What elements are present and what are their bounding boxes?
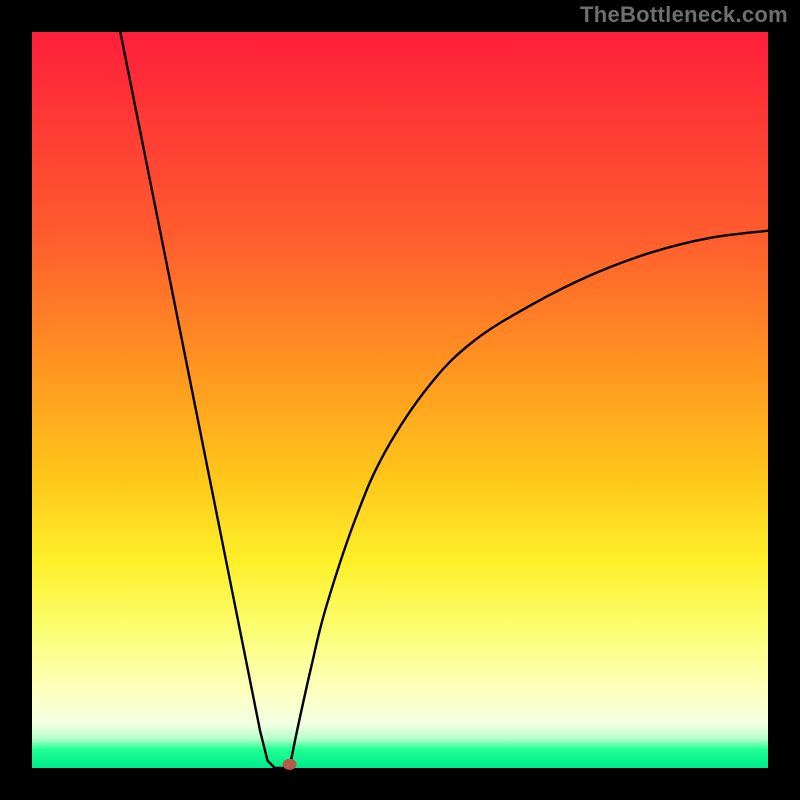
bottleneck-curve [32, 32, 768, 768]
optimum-marker [283, 759, 297, 770]
plot-area [32, 32, 768, 768]
curve-path [120, 32, 768, 768]
watermark-text: TheBottleneck.com [580, 2, 788, 28]
chart-frame: TheBottleneck.com [0, 0, 800, 800]
